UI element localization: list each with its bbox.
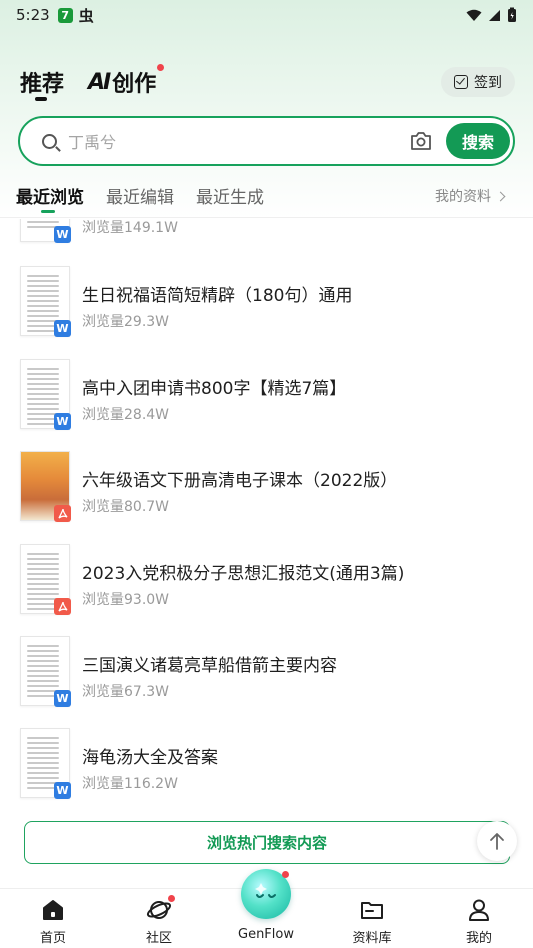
pdf-icon — [54, 505, 71, 522]
list-item[interactable]: 六年级语文下册高清电子课本（2022版） 浏览量80.7W — [0, 451, 533, 543]
folder-icon — [361, 902, 383, 919]
document-title: 海龟汤大全及答案 — [82, 748, 218, 768]
word-icon: W — [54, 226, 71, 243]
home-icon — [43, 900, 63, 920]
tab-recent-edit[interactable]: 最近编辑 — [106, 183, 174, 208]
nav-library[interactable]: 资料库 — [332, 897, 412, 946]
document-views: 浏览量80.7W — [82, 499, 170, 515]
document-views: 浏览量149.1W — [82, 220, 178, 236]
nav-community-label: 社区 — [145, 931, 172, 946]
status-time: 5:23 — [16, 6, 50, 24]
checkbox-icon — [454, 75, 468, 89]
list-item[interactable]: 2023入党积极分子思想汇报范文(通用3篇) 浏览量93.0W — [0, 544, 533, 636]
document-title: 高中入团申请书800字【精选7篇】 — [82, 379, 347, 399]
my-docs-link[interactable]: 我的资料 — [435, 186, 506, 206]
word-icon: W — [54, 413, 71, 430]
document-views: 浏览量29.3W — [82, 314, 170, 330]
battery-icon — [508, 7, 516, 22]
status-bar: 5:23 7 虫 — [0, 0, 533, 30]
checkin-button[interactable]: 签到 — [441, 67, 515, 97]
nav-library-label: 资料库 — [352, 931, 392, 946]
document-title: 三国演义诸葛亮草船借箭主要内容 — [82, 656, 337, 676]
notification-dot — [282, 871, 289, 878]
notification-dot — [157, 64, 165, 71]
document-title: 生日祝福语简短精辟（180句）通用 — [82, 286, 353, 306]
scroll-to-top-button[interactable] — [477, 821, 517, 861]
tab-recommend[interactable]: 推荐 — [20, 66, 64, 98]
document-views: 浏览量67.3W — [82, 684, 170, 700]
nav-home[interactable]: 首页 — [13, 897, 93, 946]
bug-notification-icon: 虫 — [78, 6, 94, 25]
search-icon — [42, 134, 57, 149]
list-item[interactable]: W 高中入团申请书800字【精选7篇】 浏览量28.4W — [0, 359, 533, 451]
genflow-orb-icon[interactable] — [241, 869, 291, 919]
nav-community[interactable]: 社区 — [119, 895, 199, 946]
nav-home-label: 首页 — [39, 931, 66, 946]
tab-ai-create[interactable]: AI 创作 — [88, 64, 165, 98]
document-views: 浏览量28.4W — [82, 407, 170, 423]
camera-icon[interactable] — [410, 131, 432, 151]
document-views: 浏览量116.2W — [82, 776, 178, 792]
signal-icon — [489, 9, 500, 21]
nav-genflow-label: GenFlow — [238, 927, 294, 942]
ai-logo-icon: AI — [88, 69, 111, 95]
nav-mine[interactable]: 我的 — [439, 897, 519, 946]
pdf-icon — [54, 598, 71, 615]
word-icon: W — [54, 782, 71, 799]
app-notification-icon: 7 — [57, 7, 73, 23]
tab-active-indicator — [35, 97, 47, 101]
search-input[interactable] — [68, 130, 398, 154]
nav-mine-label: 我的 — [465, 931, 492, 946]
tab-recent-browse[interactable]: 最近浏览 — [16, 183, 84, 208]
my-docs-label: 我的资料 — [435, 189, 491, 205]
subtab-active-indicator — [41, 210, 55, 213]
arrow-up-icon — [490, 833, 504, 850]
list-item[interactable]: W 浏览量149.1W — [0, 219, 533, 264]
wifi-icon — [466, 9, 482, 21]
recent-tabs: 最近浏览 最近编辑 最近生成 我的资料 — [0, 178, 533, 218]
list-item[interactable]: W 三国演义诸葛亮草船借箭主要内容 浏览量67.3W — [0, 636, 533, 728]
search-button[interactable]: 搜索 — [446, 123, 510, 159]
planet-icon — [146, 895, 175, 923]
document-title: 六年级语文下册高清电子课本（2022版） — [82, 471, 398, 491]
checkin-label: 签到 — [474, 75, 502, 91]
chevron-right-icon — [495, 191, 506, 201]
list-item[interactable]: W 海龟汤大全及答案 浏览量116.2W — [0, 728, 533, 820]
top-tabs: 推荐 AI 创作 签到 — [0, 60, 533, 106]
word-icon: W — [54, 320, 71, 337]
browse-hot-search-button[interactable]: 浏览热门搜索内容 — [24, 821, 510, 864]
notification-dot — [168, 895, 175, 902]
user-icon — [469, 899, 489, 921]
document-list: W 浏览量149.1W W 生日祝福语简短精辟（180句）通用 浏览量29.3W… — [0, 219, 533, 887]
search-bar: 搜索 — [18, 116, 515, 166]
document-views: 浏览量93.0W — [82, 592, 170, 608]
list-item[interactable]: W 生日祝福语简短精辟（180句）通用 浏览量29.3W — [0, 266, 533, 358]
word-icon: W — [54, 690, 71, 707]
document-title: 2023入党积极分子思想汇报范文(通用3篇) — [82, 564, 405, 584]
tab-recent-generated[interactable]: 最近生成 — [196, 183, 264, 208]
tab-ai-label: 创作 — [112, 72, 157, 97]
